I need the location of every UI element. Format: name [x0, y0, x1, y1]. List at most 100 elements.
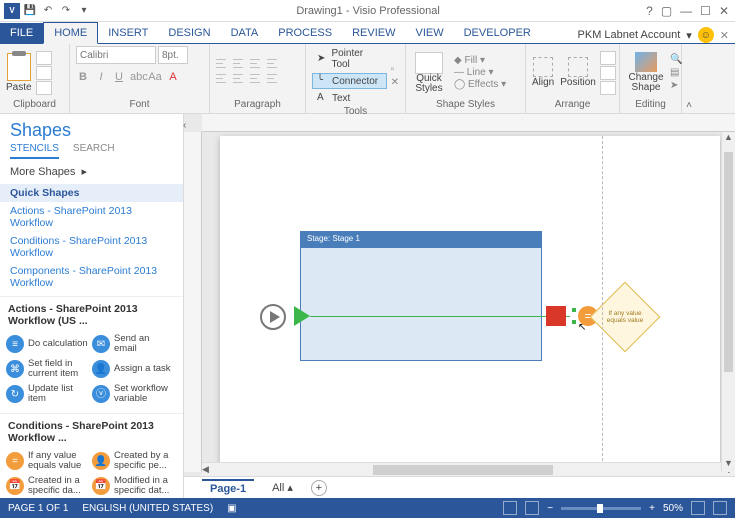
bold-button[interactable]: B: [76, 71, 90, 83]
account-name[interactable]: PKM Labnet Account: [578, 29, 681, 41]
zoom-out-button[interactable]: −: [547, 503, 553, 514]
minimize-icon[interactable]: —: [680, 4, 692, 18]
tab-home[interactable]: HOME: [43, 22, 98, 44]
format-painter-button[interactable]: [36, 81, 52, 95]
zoom-in-button[interactable]: +: [649, 503, 655, 514]
fill-button[interactable]: ◆ Fill ▾: [454, 55, 506, 66]
redo-icon[interactable]: ↷: [58, 3, 74, 19]
line-button[interactable]: — Line ▾: [454, 67, 506, 78]
zoom-slider-thumb[interactable]: [597, 504, 603, 513]
zoom-level[interactable]: 50%: [663, 503, 683, 514]
collapse-ribbon-icon[interactable]: ˄: [682, 44, 696, 113]
vscroll-thumb[interactable]: [724, 152, 733, 372]
scroll-up-icon[interactable]: ▲: [722, 132, 735, 146]
align-right-button[interactable]: [250, 59, 264, 71]
quick-styles-button[interactable]: [415, 52, 443, 74]
master-created-date[interactable]: 📅Created in a specific da...: [4, 474, 90, 499]
collapse-shapes-pane-icon[interactable]: ‹: [183, 120, 186, 131]
stage-shape[interactable]: Stage: Stage 1: [300, 231, 542, 361]
page-tab-all[interactable]: All ▴: [264, 479, 301, 496]
close-icon[interactable]: ✕: [719, 4, 729, 18]
send-back-button[interactable]: [600, 66, 616, 80]
zoom-slider[interactable]: [561, 507, 641, 510]
underline-button[interactable]: U: [112, 71, 126, 83]
visio-app-icon[interactable]: V: [4, 3, 20, 19]
help-icon[interactable]: ?: [646, 4, 653, 18]
change-shape-button[interactable]: Change Shape: [626, 52, 666, 93]
shapes-tab-search[interactable]: SEARCH: [73, 143, 115, 159]
macro-record-icon[interactable]: ▣: [227, 503, 236, 514]
master-if-value[interactable]: =If any value equals value: [4, 449, 90, 474]
font-family-select[interactable]: [76, 46, 156, 64]
doc-close-icon[interactable]: ✕: [720, 29, 729, 42]
align-left-button[interactable]: [216, 59, 230, 71]
shapes-tab-stencils[interactable]: STENCILS: [10, 143, 59, 159]
find-button[interactable]: 🔍: [670, 54, 682, 65]
quick-shapes-link[interactable]: Quick Shapes: [0, 184, 183, 202]
layers-button[interactable]: ▤: [670, 67, 682, 78]
strike-button[interactable]: abc: [130, 71, 144, 83]
start-shape[interactable]: [260, 304, 286, 330]
stencil-link[interactable]: Actions - SharePoint 2013 Workflow: [0, 202, 183, 232]
ribbon-display-icon[interactable]: ▢: [661, 4, 672, 18]
maximize-icon[interactable]: ☐: [700, 4, 711, 18]
indent-button[interactable]: [233, 74, 247, 86]
add-page-button[interactable]: +: [311, 480, 327, 496]
horizontal-scrollbar[interactable]: ◀ ▶: [202, 462, 735, 476]
hscroll-thumb[interactable]: [373, 465, 553, 475]
page-tab-1[interactable]: Page-1: [202, 479, 254, 497]
text-highlight-button[interactable]: Aa: [148, 71, 162, 83]
master-created-by[interactable]: 👤Created by a specific pe...: [90, 449, 176, 474]
position-button[interactable]: Position: [560, 57, 596, 88]
tools-extra-button[interactable]: ▫: [391, 64, 399, 75]
pointer-tool-button[interactable]: ➤Pointer Tool: [312, 46, 387, 72]
qat-dropdown-icon[interactable]: ▾: [76, 3, 92, 19]
master-update-list[interactable]: ↻Update list item: [4, 382, 90, 407]
stencil-link[interactable]: Components - SharePoint 2013 Workflow: [0, 262, 183, 292]
tab-view[interactable]: VIEW: [405, 23, 453, 43]
fit-page-width-icon[interactable]: [525, 501, 539, 515]
page-sheet[interactable]: Stage: Stage 1 = If any value equals val…: [220, 136, 720, 462]
paste-button[interactable]: Paste: [6, 53, 32, 93]
scroll-left-icon[interactable]: ◀: [202, 464, 209, 475]
tab-review[interactable]: REVIEW: [342, 23, 405, 43]
effects-button[interactable]: ◯ Effects ▾: [454, 79, 506, 90]
more-shapes-button[interactable]: More Shapes ▸: [0, 159, 183, 184]
text-tool-button[interactable]: AText: [312, 90, 387, 106]
select-button[interactable]: ➤: [670, 80, 682, 91]
master-set-field[interactable]: ⌘Set field in current item: [4, 357, 90, 382]
status-language[interactable]: ENGLISH (UNITED STATES): [82, 503, 213, 514]
tab-developer[interactable]: DEVELOPER: [454, 23, 541, 43]
status-page[interactable]: PAGE 1 OF 1: [8, 503, 68, 514]
align-center-button[interactable]: [233, 59, 247, 71]
master-assign-task[interactable]: 👤Assign a task: [90, 357, 176, 382]
align-top-button[interactable]: [267, 59, 281, 71]
account-dropdown-icon[interactable]: ▾: [686, 29, 692, 42]
master-do-calculation[interactable]: ≡Do calculation: [4, 332, 90, 357]
stage-entry-icon[interactable]: [294, 306, 310, 326]
stencil-link[interactable]: Conditions - SharePoint 2013 Workflow: [0, 232, 183, 262]
scroll-down-icon[interactable]: ▼: [722, 458, 735, 472]
master-set-variable[interactable]: ⓥSet workflow variable: [90, 382, 176, 407]
master-send-email[interactable]: ✉Send an email: [90, 332, 176, 357]
copy-button[interactable]: [36, 66, 52, 80]
bring-front-button[interactable]: [600, 51, 616, 65]
undo-icon[interactable]: ↶: [40, 3, 56, 19]
tab-process[interactable]: PROCESS: [268, 23, 342, 43]
drawing-canvas[interactable]: Stage: Stage 1 = If any value equals val…: [202, 132, 735, 462]
rotate-text-button[interactable]: [267, 74, 281, 86]
fit-window-icon[interactable]: [691, 501, 705, 515]
full-screen-icon[interactable]: [713, 501, 727, 515]
feedback-smiley-icon[interactable]: ☺: [698, 27, 714, 43]
connector-line[interactable]: [310, 316, 570, 317]
save-icon[interactable]: 💾: [22, 3, 38, 19]
master-modified-date[interactable]: 📅Modified in a specific dat...: [90, 474, 176, 499]
tab-data[interactable]: DATA: [221, 23, 269, 43]
tab-file[interactable]: FILE: [0, 23, 43, 43]
vertical-scrollbar[interactable]: ▲ ▼: [721, 132, 735, 472]
group-button[interactable]: [600, 81, 616, 95]
presentation-mode-icon[interactable]: [503, 501, 517, 515]
font-color-button[interactable]: A: [166, 71, 180, 83]
bullets-button[interactable]: [216, 74, 230, 86]
font-size-select[interactable]: [158, 46, 188, 64]
